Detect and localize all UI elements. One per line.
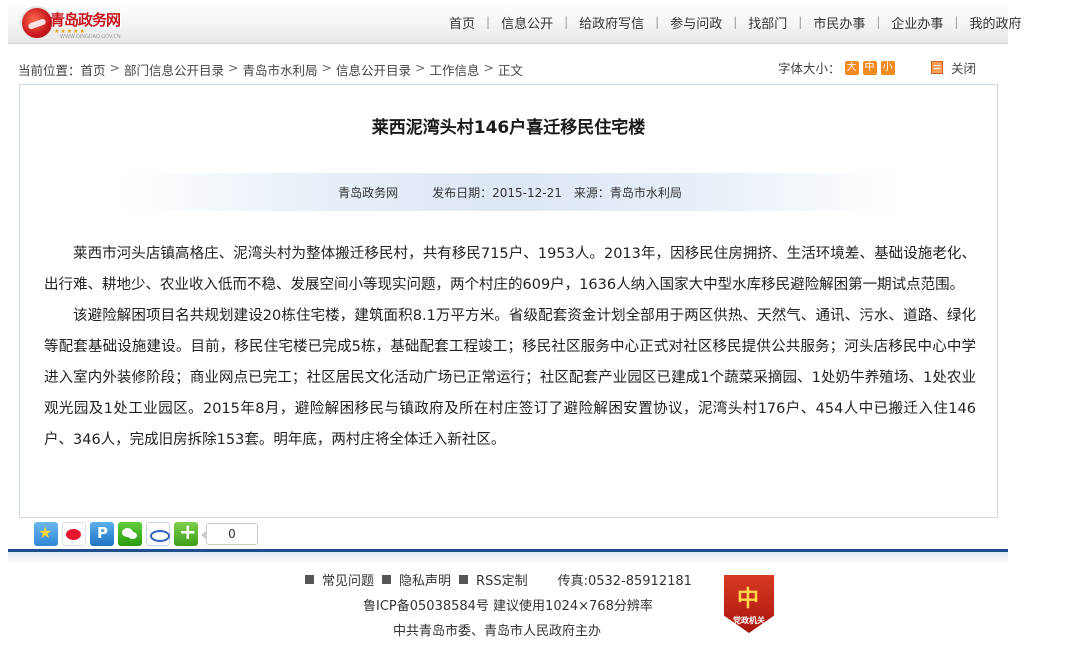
breadcrumb-separator: > [228,60,239,75]
square-bullet-icon [305,575,314,584]
more-share-icon[interactable] [174,520,198,546]
top-navigation: 首页 | 信息公开 | 给政府写信 | 参与问政 | 找部门 | 市民办事 | 企业办事 | … [438,13,1032,32]
share-count: 0 [201,523,258,545]
breadcrumb-bar: 当前位置： 首页 > 部门信息公开目录 > 青岛市水利局 > 信息公开目录 > … [18,58,1003,78]
breadcrumb-separator: > [109,60,121,75]
breadcrumb: 当前位置： 首页 > 部门信息公开目录 > 青岛市水利局 > 信息公开目录 > … [18,60,523,79]
breadcrumb-prefix: 当前位置： [18,63,81,78]
square-bullet-icon [382,575,392,584]
font-size-small-button[interactable]: 小 [880,60,895,75]
breadcrumb-work-info[interactable]: 工作信息 [430,60,480,79]
footer-link-rss[interactable]: RSS定制 [476,570,528,589]
breadcrumb-water-bureau[interactable]: 青岛市水利局 [243,60,318,79]
article-paragraph: 该避险解困项目名共规划建设20栋住宅楼，建筑面积8.1万平方米。省级配套资金计划… [44,308,976,448]
footer-links: 常见问题 隐私声明 RSS定制 传真:0532-85912181 [305,570,692,589]
nav-business-services[interactable]: 企业办事 [880,13,954,32]
font-size-large-button[interactable]: 大 [844,60,859,75]
renren-icon[interactable] [146,522,170,546]
article-panel: 莱西泥湾头村146户喜迁移民住宅楼 青岛政务网 发布日期：2015-12-21 … [19,84,998,518]
nav-citizen-services[interactable]: 市民办事 [802,13,876,32]
close-icon [931,61,943,74]
close-button[interactable]: 关闭 [931,58,976,77]
nav-home[interactable]: 首页 [438,13,486,32]
site-header: 青岛政务网 ★★★★★ WWW.QINGDAO.GOV.CN 首页 | 信息公开 |… [8,0,1021,44]
breadcrumb-current: 正文 [498,63,524,78]
logo-subtitle: WWW.QINGDAO.GOV.CN [60,34,121,40]
footer-band [8,552,1008,564]
qzone-icon[interactable] [34,522,58,546]
breadcrumb-info-catalog[interactable]: 信息公开目录 [336,60,411,79]
font-size-control: 字体大小： 大 中 小 [778,58,895,77]
footer-link-privacy[interactable]: 隐私声明 [399,570,451,589]
footer-link-faq[interactable]: 常见问题 [322,570,374,589]
footer-host: 中共青岛市委、青岛市人民政府主办 [393,624,602,639]
footer-fax: 传真:0532-85912181 [557,574,692,589]
meta-site: 青岛政务网 [338,185,399,200]
nav-my-government[interactable]: 我的政府 [958,13,1032,32]
breadcrumb-separator: > [483,60,495,75]
meta-publish-date: 发布日期：2015-12-21 [432,185,562,200]
party-government-badge[interactable]: 中 党政机关 [724,575,774,637]
badge-text: 党政机关 [733,616,765,625]
article-paragraph: 莱西市河头店镇高格庄、泥湾头村为整体搬迁移民村，共有移民715户、1953人。2… [44,246,976,293]
badge-emblem: 中 [737,587,760,612]
article-body: 莱西市河头店镇高格庄、泥湾头村为整体搬迁移民村，共有移民715户、1953人。2… [44,239,976,456]
article-title: 莱西泥湾头村146户喜迁移民住宅楼 [371,118,646,138]
article-meta: 青岛政务网 发布日期：2015-12-21 来源：青岛市水利局 [120,173,900,211]
footer-icp: 鲁ICP备05038584号 建议使用1024×768分辨率 [363,599,653,614]
pinterest-icon[interactable] [90,522,114,546]
nav-participate[interactable]: 参与问政 [659,13,733,32]
nav-find-department[interactable]: 找部门 [737,13,798,32]
logo-text: 青岛政务网 [50,11,121,29]
font-size-label: 字体大小： [778,61,841,76]
breadcrumb-dept-catalog[interactable]: 部门信息公开目录 [124,60,224,79]
breadcrumb-separator: > [415,60,426,75]
logo-emblem-icon [20,6,54,40]
nav-write-letter[interactable]: 给政府写信 [568,13,655,32]
nav-info-disclosure[interactable]: 信息公开 [490,13,564,32]
breadcrumb-home[interactable]: 首页 [81,60,106,79]
close-label: 关闭 [951,61,977,76]
font-size-medium-button[interactable]: 中 [862,60,877,75]
share-bar: 0 [34,520,258,547]
meta-source: 来源：青岛市水利局 [573,185,682,200]
weibo-icon[interactable] [62,522,86,546]
breadcrumb-separator: > [321,60,333,75]
square-bullet-icon [459,575,469,584]
site-logo[interactable]: 青岛政务网 ★★★★★ WWW.QINGDAO.GOV.CN [20,4,130,40]
wechat-icon[interactable] [118,522,142,546]
